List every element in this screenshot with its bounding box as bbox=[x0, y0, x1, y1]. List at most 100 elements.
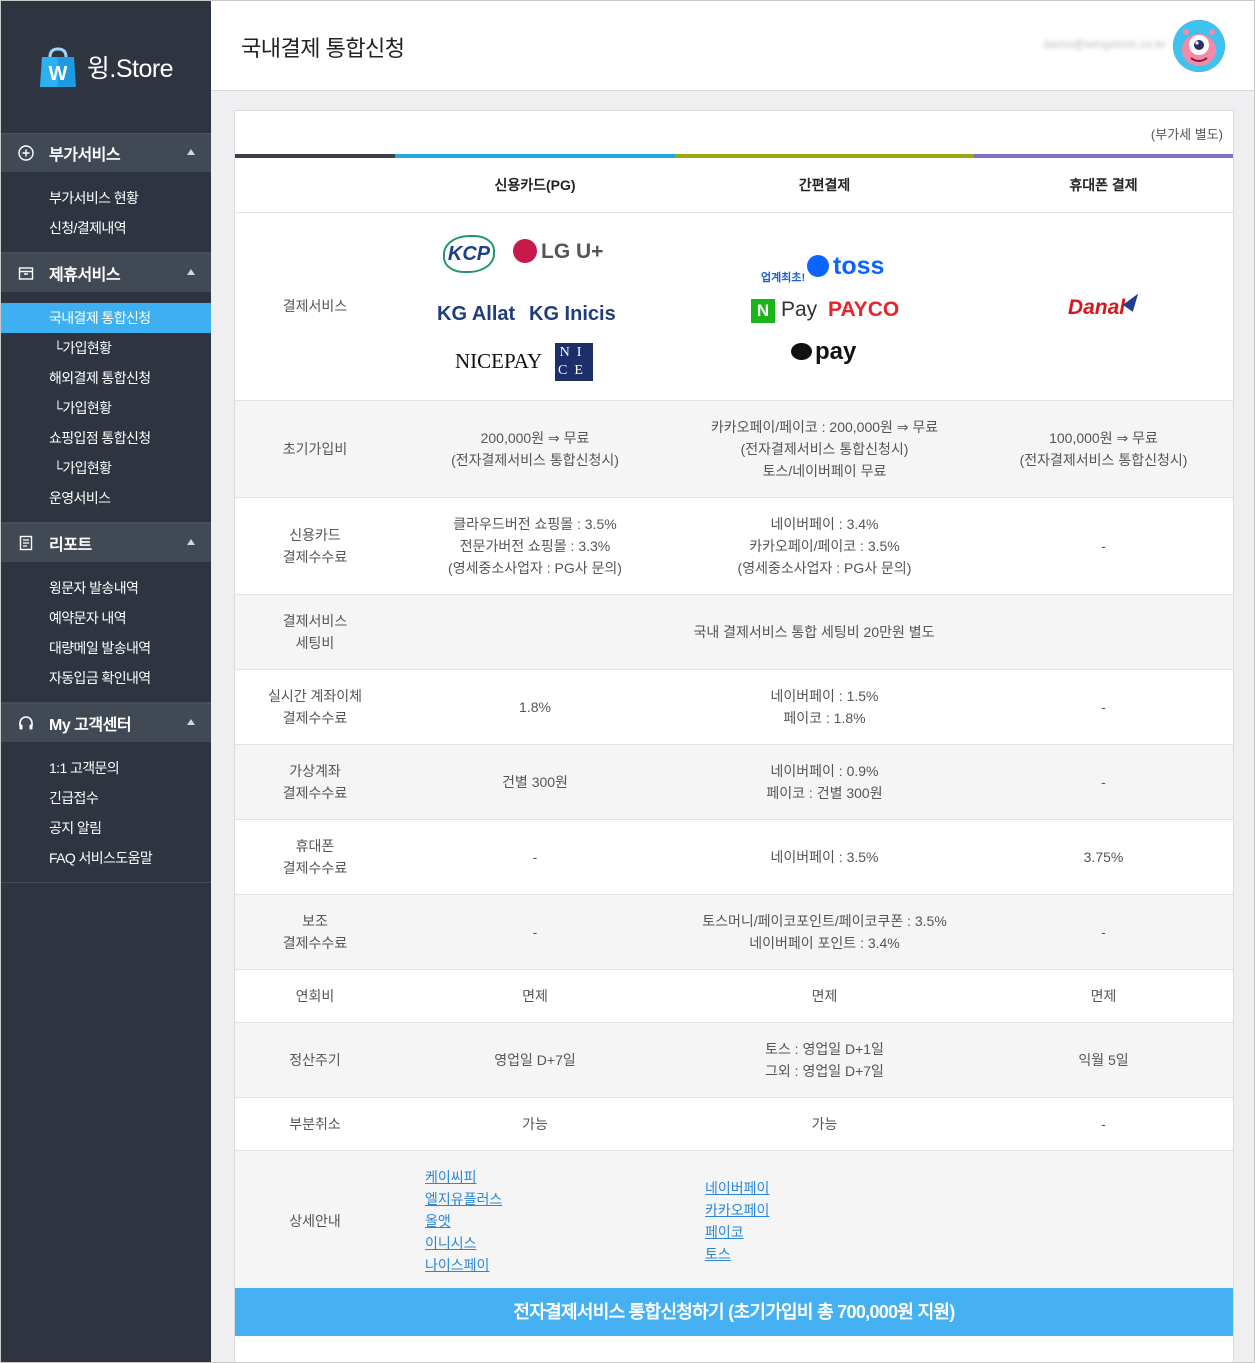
avatar[interactable] bbox=[1173, 20, 1225, 72]
cell-line: 네이버페이 : 0.9% bbox=[770, 762, 879, 779]
svg-text:W: W bbox=[48, 63, 67, 85]
cell-line: - bbox=[1101, 537, 1106, 554]
cell-line: 카카오페이/페이코 : 3.5% bbox=[749, 537, 900, 554]
pg-logo-group: KCP LG U+ KG Allat KG Inicis NICEPAY NIC… bbox=[395, 213, 675, 400]
cell-line: (영세중소사업자 : PG사 문의) bbox=[448, 559, 622, 576]
row-label-line: 휴대폰 bbox=[295, 837, 335, 854]
lg-uplus-logo: LG U+ bbox=[513, 238, 603, 263]
easy-cell: 네이버페이 : 3.5% bbox=[675, 819, 974, 895]
kakao-bubble-icon bbox=[791, 342, 812, 360]
link-kcp[interactable]: 케이씨피 bbox=[425, 1166, 675, 1188]
report-icon bbox=[17, 534, 35, 552]
row-label-line: 결제수수료 bbox=[282, 859, 348, 876]
cell-line: 네이버페이 포인트 : 3.4% bbox=[749, 934, 900, 951]
sidebar-item-notice[interactable]: 공지 알림 bbox=[1, 813, 211, 843]
link-naverpay[interactable]: 네이버페이 bbox=[705, 1177, 974, 1199]
sidebar-item-payment-history[interactable]: 신청/결제내역 bbox=[1, 213, 211, 243]
caret-up-icon bbox=[187, 719, 195, 725]
kcp-logo: KCP bbox=[443, 234, 495, 273]
toss-icon bbox=[807, 254, 829, 277]
easy-cell: 네이버페이 : 0.9% 페이코 : 건별 300원 bbox=[675, 744, 974, 820]
main-content: (부가세 별도) 신용카드(PG) 간편결제 휴대폰 결제 결제서비스 KCP bbox=[234, 110, 1234, 1362]
sidebar-section-report[interactable]: 리포트 bbox=[1, 523, 211, 562]
sidebar-item-addon-status[interactable]: 부가서비스 현황 bbox=[1, 183, 211, 213]
pg-cell: 1.8% bbox=[395, 669, 675, 745]
sidebar-item-operation-service[interactable]: 운영서비스 bbox=[1, 483, 211, 513]
table-row-detail: 상세안내 케이씨피 엘지유플러스 올앳 이니시스 나이스페이 네이버페이 카카오… bbox=[235, 1150, 1233, 1292]
cell-line: 토스머니/페이코포인트/페이코쿠폰 : 3.5% bbox=[702, 912, 947, 929]
cell-line: 건별 300원 bbox=[502, 773, 568, 790]
sidebar-item-bulk-mail[interactable]: 대량메일 발송내역 bbox=[1, 633, 211, 663]
sidebar-item-shopping-join-status[interactable]: └가입현황 bbox=[1, 453, 211, 483]
sidebar-section-support[interactable]: My 고객센터 bbox=[1, 703, 211, 742]
cell-line: - bbox=[1101, 1115, 1106, 1132]
sidebar-item-auto-deposit[interactable]: 자동입금 확인내역 bbox=[1, 663, 211, 693]
mobile-cell: 익월 5일 bbox=[974, 1022, 1233, 1098]
sidebar-item-shopping-entry[interactable]: 쇼핑입점 통합신청 bbox=[1, 423, 211, 453]
sidebar-section-addon[interactable]: 부가서비스 bbox=[1, 133, 211, 172]
cell-line: 토스/네이버페이 무료 bbox=[762, 462, 887, 479]
pg-cell: 가능 bbox=[395, 1097, 675, 1151]
row-label: 부분취소 bbox=[235, 1097, 395, 1151]
row-label: 초기가입비 bbox=[235, 400, 395, 498]
link-allat[interactable]: 올앳 bbox=[425, 1210, 675, 1232]
pg-logos: KCP LG U+ KG Allat KG Inicis NICEPAY NIC… bbox=[395, 212, 675, 401]
cell-line: 네이버페이 : 3.4% bbox=[770, 515, 879, 532]
row-label-line: 가상계좌 bbox=[289, 762, 341, 779]
row-label: 실시간 계좌이체 결제수수료 bbox=[235, 669, 395, 745]
table-row: 실시간 계좌이체 결제수수료 1.8% 네이버페이 : 1.5% 페이코 : 1.8… bbox=[235, 669, 1233, 745]
cell-line: (전자결제서비스 통합신청시) bbox=[740, 440, 909, 457]
cell-line: (전자결제서비스 통합신청시) bbox=[451, 451, 619, 468]
table-row: 휴대폰 결제수수료 - 네이버페이 : 3.5% 3.75% bbox=[235, 819, 1233, 895]
cell-line: 1.8% bbox=[519, 698, 551, 715]
row-label-line: 결제서비스 bbox=[282, 612, 348, 629]
sidebar-item-faq[interactable]: FAQ 서비스도움말 bbox=[1, 843, 211, 873]
mobile-cell: 면제 bbox=[974, 969, 1233, 1023]
sidebar-item-domestic-join-status[interactable]: └가입현황 bbox=[1, 333, 211, 363]
sidebar-item-domestic-payment[interactable]: 국내결제 통합신청 bbox=[1, 303, 211, 333]
link-lguplus[interactable]: 엘지유플러스 bbox=[425, 1188, 675, 1210]
sidebar-item-urgent[interactable]: 긴급접수 bbox=[1, 783, 211, 813]
cell-line: (전자결제서비스 통합신청시) bbox=[1019, 451, 1188, 468]
table-row: 보조 결제수수료 - 토스머니/페이코포인트/페이코쿠폰 : 3.5% 네이버페이 … bbox=[235, 894, 1233, 970]
payment-comparison-table: 신용카드(PG) 간편결제 휴대폰 결제 결제서비스 KCP LG U+ KG … bbox=[235, 158, 1233, 1292]
headset-icon bbox=[17, 714, 35, 732]
link-inicis[interactable]: 이니시스 bbox=[425, 1232, 675, 1254]
sidebar-item-reserved-sms[interactable]: 예약문자 내역 bbox=[1, 603, 211, 633]
pg-cell: 200,000원 ⇒ 무료 (전자결제서비스 통합신청시) bbox=[395, 400, 675, 498]
payco-logo: PAYCO bbox=[828, 297, 900, 321]
pg-detail-links: 케이씨피 엘지유플러스 올앳 이니시스 나이스페이 bbox=[395, 1150, 675, 1292]
row-label-line: 실시간 계좌이체 bbox=[267, 687, 363, 704]
row-label: 연회비 bbox=[235, 969, 395, 1023]
row-label: 가상계좌 결제수수료 bbox=[235, 744, 395, 820]
pg-cell: 영업일 D+7일 bbox=[395, 1022, 675, 1098]
cell-line: 200,000원 ⇒ 무료 bbox=[480, 429, 590, 446]
table-row: 부분취소 가능 가능 - bbox=[235, 1097, 1233, 1151]
sidebar-item-sms-history[interactable]: 윙문자 발송내역 bbox=[1, 573, 211, 603]
sidebar-section-partner[interactable]: 제휴서비스 bbox=[1, 253, 211, 292]
row-label: 상세안내 bbox=[235, 1150, 395, 1292]
link-nicepay[interactable]: 나이스페이 bbox=[425, 1254, 675, 1276]
naver-pay-logo: N Pay bbox=[751, 298, 817, 323]
sidebar-item-inquiry[interactable]: 1:1 고객문의 bbox=[1, 753, 211, 783]
apply-button[interactable]: 전자결제서비스 통합신청하기 (초기가입비 총 700,000원 지원) bbox=[235, 1288, 1233, 1336]
easy-logo-group: 업계최초! toss N Pay PAYCO pay bbox=[675, 213, 974, 400]
plus-circle-icon bbox=[17, 144, 35, 162]
column-header-pg: 신용카드(PG) bbox=[395, 158, 675, 213]
pg-cell: 건별 300원 bbox=[395, 744, 675, 820]
table-row-logos: 결제서비스 KCP LG U+ KG Allat KG Inicis NICEP… bbox=[235, 212, 1233, 401]
mobile-logos: Danal bbox=[974, 212, 1233, 401]
link-payco[interactable]: 페이코 bbox=[705, 1221, 974, 1243]
sidebar-item-overseas-join-status[interactable]: └가입현황 bbox=[1, 393, 211, 423]
brand-logo[interactable]: W 윙.Store bbox=[1, 1, 211, 133]
column-header-empty bbox=[235, 158, 395, 213]
sidebar-item-overseas-payment[interactable]: 해외결제 통합신청 bbox=[1, 363, 211, 393]
row-label-line: 보조 bbox=[302, 912, 328, 929]
link-toss[interactable]: 토스 bbox=[705, 1243, 974, 1265]
link-kakaopay[interactable]: 카카오페이 bbox=[705, 1199, 974, 1221]
merged-cell: 국내 결제서비스 통합 세팅비 20만원 별도 bbox=[395, 594, 1233, 670]
cell-line: 가능 bbox=[522, 1115, 548, 1132]
kg-inicis-logo: KG Inicis bbox=[529, 302, 616, 325]
row-label: 결제서비스 bbox=[235, 212, 395, 401]
toss-text: toss bbox=[833, 251, 885, 280]
